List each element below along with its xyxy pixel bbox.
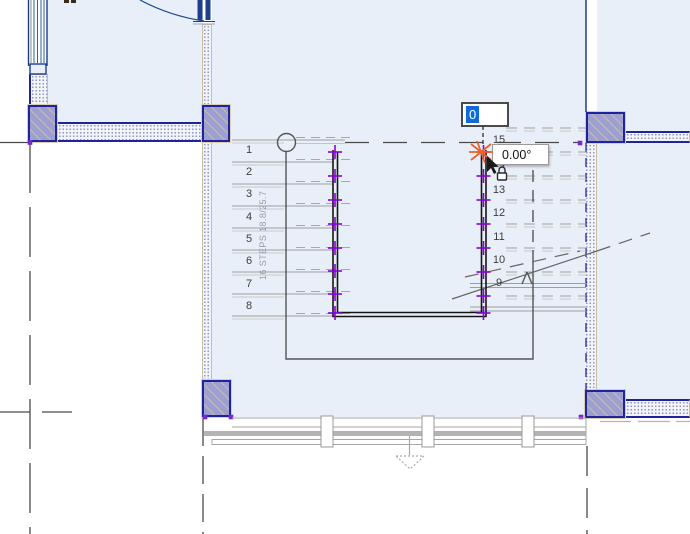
plan-canvas[interactable]: 16 STEPS 18.8/25.7 0 0.00° 1234567816151… [0, 0, 690, 534]
padlock-icon[interactable] [495, 165, 509, 182]
snap-layer [0, 0, 690, 534]
